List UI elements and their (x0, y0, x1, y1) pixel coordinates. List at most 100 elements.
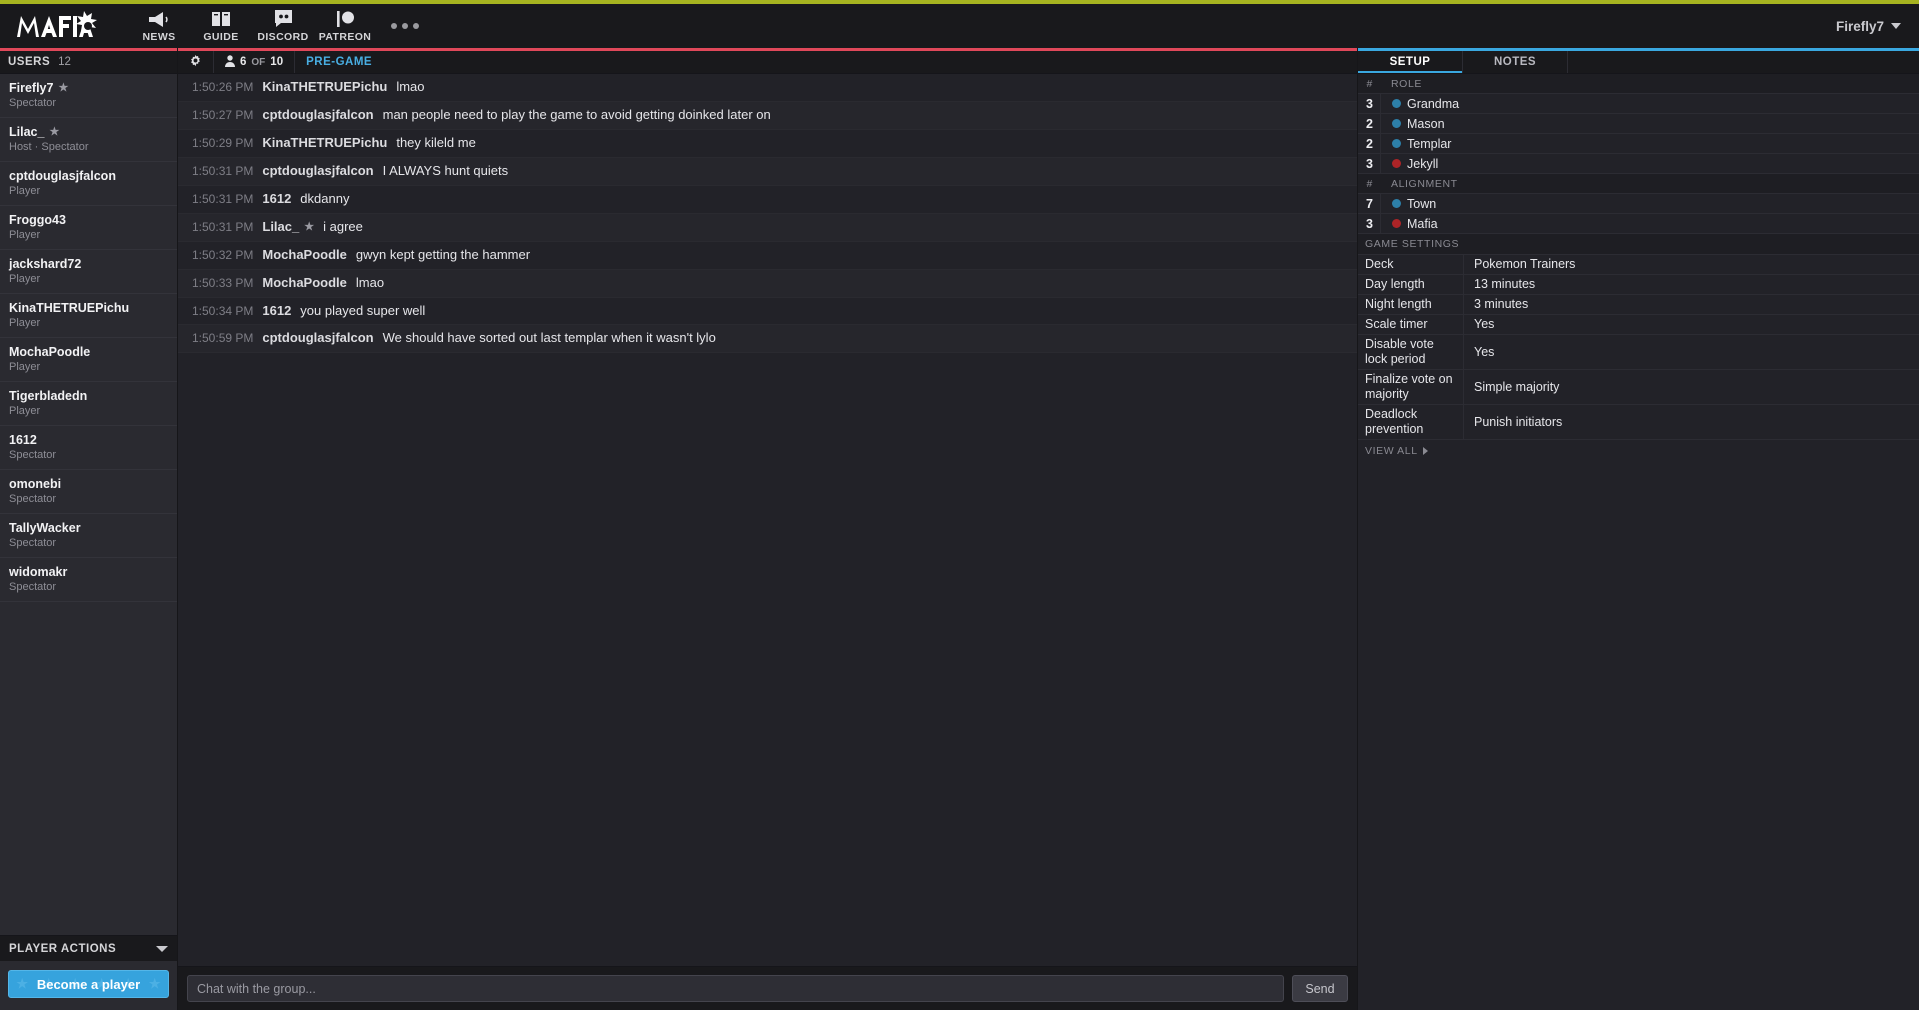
name-text: Jekyll (1407, 156, 1439, 171)
user-name: omonebi (9, 477, 168, 491)
role-row[interactable]: 3 Jekyll (1358, 154, 1919, 174)
nav-label: DISCORD (257, 31, 309, 43)
game-setting-row: Finalize vote on majority Simple majority (1358, 370, 1919, 405)
user-name-text: Firefly7 (9, 81, 54, 95)
message-text: i agree (323, 218, 363, 234)
user-list-item[interactable]: Froggo43 Player (0, 206, 177, 250)
role-row[interactable]: 2 Templar (1358, 134, 1919, 154)
alignment-row[interactable]: 7 Town (1358, 194, 1919, 214)
user-name: Froggo43 (9, 213, 168, 227)
user-role: Spectator (9, 97, 57, 109)
user-name: widomakr (9, 565, 168, 579)
mafia-logo[interactable] (14, 9, 102, 43)
role-row[interactable]: 3 Grandma (1358, 94, 1919, 114)
count: 3 (1366, 216, 1373, 231)
name-cell: Mafia (1380, 214, 1438, 233)
game-setting-row: Disable vote lock period Yes (1358, 335, 1919, 370)
user-list-item[interactable]: Tigerbladedn Player (0, 382, 177, 426)
setting-value: Pokemon Trainers (1463, 255, 1919, 274)
message-timestamp: 1:50:32 PM (192, 247, 254, 262)
chat-message: 1:50:31 PM 1612 dkdanny (178, 186, 1357, 214)
user-list-item[interactable]: omonebi Spectator (0, 470, 177, 514)
message-author[interactable]: MochaPoodle (262, 274, 347, 291)
chevron-right-icon (1422, 446, 1428, 455)
megaphone-icon (148, 9, 170, 28)
message-author-name: MochaPoodle (262, 274, 347, 290)
role-hash-label: # (1366, 77, 1373, 90)
message-author[interactable]: MochaPoodle (262, 246, 347, 263)
alignment-color-dot (1392, 119, 1401, 128)
message-author[interactable]: Lilac_ ★ (262, 219, 314, 235)
become-a-player-label: Become a player (36, 976, 141, 992)
user-list-item[interactable]: Lilac_ ★ Host · Spectator (0, 118, 177, 162)
message-author[interactable]: KinaTHETRUEPichu (262, 135, 387, 151)
user-list: Firefly7 ★ Spectator Lilac_ ★ Host · Spectato… (0, 74, 177, 935)
users-header: USERS 12 (0, 51, 177, 74)
user-list-item[interactable]: widomakr Spectator (0, 558, 177, 602)
nav-item-patreon[interactable]: PATREON (314, 4, 376, 48)
send-button[interactable]: Send (1292, 975, 1348, 1002)
chat-settings-button[interactable] (178, 51, 214, 73)
message-author-name: MochaPoodle (262, 246, 347, 262)
game-settings-list: Deck Pokemon Trainers Day length 13 minutes… (1358, 255, 1919, 440)
ellipsis-icon[interactable] (376, 4, 434, 48)
name-text: Grandma (1407, 96, 1460, 111)
user-name: 1612 (9, 433, 168, 447)
message-timestamp: 1:50:26 PM (192, 80, 254, 94)
alignment-row[interactable]: 3 Mafia (1358, 214, 1919, 234)
message-author[interactable]: cptdouglasjfalcon (262, 162, 374, 179)
game-setting-row: Scale timer Yes (1358, 315, 1919, 335)
gear-icon (189, 54, 202, 70)
user-list-item[interactable]: TallyWacker Spectator (0, 514, 177, 558)
nav-label: PATREON (318, 31, 372, 43)
user-role: Player (9, 229, 41, 241)
player-count-max: 10 (270, 56, 284, 68)
view-all-button[interactable]: VIEW ALL (1358, 440, 1919, 461)
user-menu-button[interactable]: Firefly7 (1836, 4, 1901, 48)
message-author[interactable]: KinaTHETRUEPichu (262, 79, 387, 95)
book-icon (210, 9, 232, 28)
count: 3 (1366, 156, 1373, 171)
user-role: Player (9, 361, 41, 373)
nav-item-guide[interactable]: GUIDE (190, 4, 252, 48)
become-a-player-button[interactable]: ★ ★ ★ ★ ★ ★ Become a player (8, 970, 169, 998)
chat-header: 6 OF 10 PRE-GAME (178, 51, 1357, 74)
chat-message: 1:50:32 PM MochaPoodle gwyn kept getting t… (178, 242, 1357, 270)
game-setting-row: Deadlock prevention Punish initiators (1358, 405, 1919, 440)
message-text: man people need to play the game to avoi… (382, 106, 771, 122)
message-timestamp: 1:50:33 PM (192, 275, 254, 290)
message-timestamp: 1:50:27 PM (192, 107, 254, 122)
chat-message: 1:50:34 PM 1612 you played super well (178, 298, 1357, 326)
tab-setup[interactable]: SETUP (1358, 51, 1463, 73)
message-author-name: cptdouglasjfalcon (262, 162, 374, 178)
user-list-item[interactable]: 1612 Spectator (0, 426, 177, 470)
chat-input[interactable] (187, 975, 1284, 1002)
chevron-down-icon (1891, 23, 1901, 29)
message-text: dkdanny (300, 190, 350, 206)
user-list-item[interactable]: cptdouglasjfalcon Player (0, 162, 177, 206)
chat-message-list: 1:50:26 PM KinaTHETRUEPichu lmao 1:50:27 PM… (178, 74, 1357, 966)
nav-item-discord[interactable]: DISCORD (252, 4, 314, 48)
user-menu-label: Firefly7 (1835, 18, 1884, 34)
role-row[interactable]: 2 Mason (1358, 114, 1919, 134)
role-column-label: ROLE (1391, 77, 1422, 90)
nav-item-news[interactable]: NEWS (128, 4, 190, 48)
message-author[interactable]: cptdouglasjfalcon (262, 330, 373, 346)
user-name: jackshard72 (9, 257, 168, 271)
player-actions-header[interactable]: PLAYER ACTIONS (0, 935, 177, 961)
user-list-item[interactable]: jackshard72 Player (0, 250, 177, 294)
message-timestamp: 1:50:34 PM (192, 303, 254, 318)
alignment-section-header: # ALIGNMENT (1358, 174, 1919, 194)
user-list-item[interactable]: MochaPoodle Player (0, 338, 177, 382)
name-text: Town (1407, 196, 1437, 211)
message-author[interactable]: cptdouglasjfalcon (262, 107, 373, 123)
user-list-item[interactable]: Firefly7 ★ Spectator (0, 74, 177, 118)
message-author[interactable]: 1612 (262, 191, 291, 207)
user-name-text: Tigerbladedn (9, 389, 88, 403)
user-list-item[interactable]: KinaTHETRUEPichu Player (0, 294, 177, 338)
chat-panel: 6 OF 10 PRE-GAME 1:50:26 PM KinaTHETRUEPi… (178, 48, 1357, 1010)
tab-notes[interactable]: NOTES (1463, 51, 1568, 73)
message-author[interactable]: 1612 (262, 303, 291, 319)
name-text: Templar (1407, 136, 1452, 151)
user-name: KinaTHETRUEPichu (9, 301, 168, 315)
